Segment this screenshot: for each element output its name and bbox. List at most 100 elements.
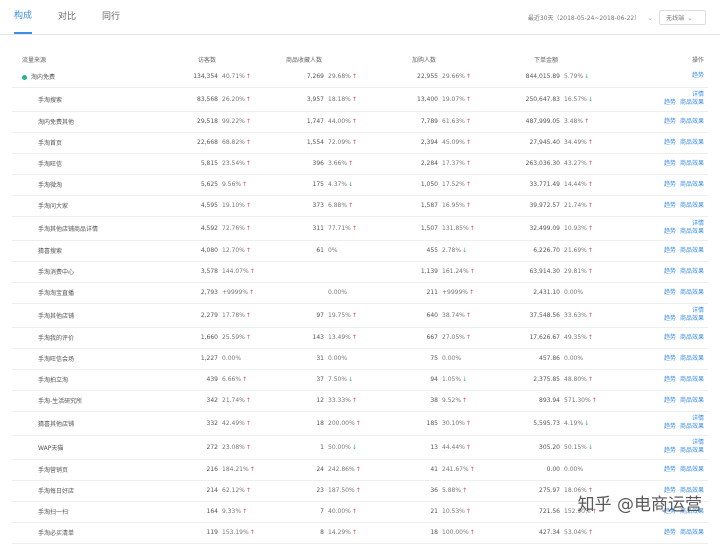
table-row: 手淘消费中心3,578144.07%↑1,139161.24%↑63,914.3…: [12, 261, 708, 282]
trend-up-icon: ↑: [466, 420, 471, 427]
order-amount-change: 5.79%: [564, 73, 583, 80]
order-amount-change-cell: 21.69%↑: [562, 240, 602, 261]
product-effect-link[interactable]: 商品效果: [680, 139, 704, 146]
details-link[interactable]: 详情: [692, 307, 704, 314]
tab-compare[interactable]: 对比: [58, 0, 76, 34]
trend-link[interactable]: 趋势: [664, 181, 676, 188]
trend-link[interactable]: 趋势: [664, 228, 676, 235]
trend-link[interactable]: 趋势: [664, 118, 676, 125]
trend-link[interactable]: 趋势: [664, 315, 676, 322]
favorites-change: 200.00%: [328, 420, 355, 427]
favorites-change-cell: 72.09%↑: [326, 132, 370, 153]
product-effect-link[interactable]: 商品效果: [680, 289, 704, 296]
terminal-dropdown[interactable]: 无线端 ⌄: [659, 10, 706, 25]
order-amount-change: 14.44%: [564, 181, 587, 188]
visitors-value: 439: [162, 369, 220, 390]
trend-up-icon: ↑: [466, 118, 471, 125]
product-effect-link[interactable]: 商品效果: [680, 160, 704, 167]
trend-link[interactable]: 趋势: [664, 247, 676, 254]
product-effect-link[interactable]: 商品效果: [680, 181, 704, 188]
favorites-change: 14.29%: [328, 529, 351, 536]
source-name: 手淘消费中心: [38, 269, 74, 276]
cart-value: 18: [370, 522, 440, 543]
order-amount-change: 50.15%: [564, 444, 587, 451]
trend-up-icon: ↑: [242, 508, 247, 515]
order-amount-value: 263,036.30: [484, 153, 562, 174]
trend-link[interactable]: 趋势: [692, 72, 704, 79]
visitors-change: 25.59%: [222, 334, 245, 341]
visitors-value: 4,080: [162, 240, 220, 261]
visitors-change: 9.56%: [222, 181, 241, 188]
actions-cell: 详情趋势商品效果: [602, 435, 708, 459]
source-name: 手淘首页: [38, 140, 62, 147]
trend-link[interactable]: 趋势: [664, 529, 676, 536]
product-effect-link[interactable]: 商品效果: [680, 99, 704, 106]
source-name-cell: 手淘-生活研究所: [12, 390, 162, 411]
table-header: 流量来源 访客数 商品收藏人数 加购人数 下单金额 操作: [12, 52, 708, 66]
cart-change: 131.85%: [442, 225, 469, 232]
trend-up-icon: ↑: [470, 225, 475, 232]
trend-link[interactable]: 趋势: [664, 423, 676, 430]
product-effect-link[interactable]: 商品效果: [680, 529, 704, 536]
source-name: 手淘-生活研究所: [38, 398, 82, 405]
cart-value: 667: [370, 327, 440, 348]
cart-value: 41: [370, 459, 440, 480]
product-effect-link[interactable]: 商品效果: [680, 447, 704, 454]
product-effect-link[interactable]: 商品效果: [680, 397, 704, 404]
product-effect-link[interactable]: 商品效果: [680, 376, 704, 383]
order-amount-value: 457.86: [484, 348, 562, 369]
trend-up-icon: ↑: [466, 96, 471, 103]
trend-up-icon: ↑: [352, 225, 357, 232]
chevron-down-icon[interactable]: ⌄: [647, 14, 653, 22]
product-effect-link[interactable]: 商品效果: [680, 423, 704, 430]
product-effect-link[interactable]: 商品效果: [680, 118, 704, 125]
trend-link[interactable]: 趋势: [664, 268, 676, 275]
product-effect-link[interactable]: 商品效果: [680, 334, 704, 341]
trend-link[interactable]: 趋势: [664, 202, 676, 209]
product-effect-link[interactable]: 商品效果: [680, 268, 704, 275]
source-name-cell: 手淘其他店铺: [12, 303, 162, 327]
product-effect-link[interactable]: 商品效果: [680, 247, 704, 254]
trend-link[interactable]: 趋势: [664, 334, 676, 341]
cart-value: 640: [370, 303, 440, 327]
favorites-change: 33.33%: [328, 397, 351, 404]
product-effect-link[interactable]: 商品效果: [680, 228, 704, 235]
trend-down-icon: ↓: [584, 73, 589, 80]
table-row: 手淘微淘5,6259.56%↑1754.37%↓1,05017.52%↑33,7…: [12, 174, 708, 195]
tab-composition[interactable]: 构成: [14, 0, 32, 34]
date-range-selector[interactable]: 最近30天（2018-05-24~2018-06-22）: [528, 13, 640, 22]
trend-up-icon: ↑: [466, 312, 471, 319]
source-name: 手淘必买清单: [38, 530, 74, 537]
favorites-value: 3,957: [258, 87, 326, 111]
visitors-change-cell: 9.33%↑: [220, 501, 258, 522]
order-amount-value: 17,626.67: [484, 327, 562, 348]
cart-change-cell: 61.63%↑: [440, 111, 484, 132]
order-amount-change: 0.00%: [564, 355, 583, 362]
trend-link[interactable]: 趋势: [664, 376, 676, 383]
trend-link[interactable]: 趋势: [664, 355, 676, 362]
trend-link[interactable]: 趋势: [664, 289, 676, 296]
source-name-cell: 手淘扫一扫: [12, 501, 162, 522]
trend-link[interactable]: 趋势: [664, 466, 676, 473]
details-link[interactable]: 详情: [692, 220, 704, 227]
source-name-cell: WAP天猫: [12, 435, 162, 459]
trend-up-icon: ↑: [588, 225, 593, 232]
product-effect-link[interactable]: 商品效果: [680, 466, 704, 473]
trend-link[interactable]: 趋势: [664, 160, 676, 167]
expand-dot-icon[interactable]: [22, 75, 27, 80]
cart-change: 100.00%: [442, 529, 469, 536]
trend-link[interactable]: 趋势: [664, 99, 676, 106]
trend-link[interactable]: 趋势: [664, 447, 676, 454]
details-link[interactable]: 详情: [692, 439, 704, 446]
trend-link[interactable]: 趋势: [664, 139, 676, 146]
tab-peers[interactable]: 同行: [102, 0, 120, 34]
favorites-value: 18: [258, 411, 326, 435]
details-link[interactable]: 详情: [692, 415, 704, 422]
product-effect-link[interactable]: 商品效果: [680, 355, 704, 362]
trend-link[interactable]: 趋势: [664, 397, 676, 404]
product-effect-link[interactable]: 商品效果: [680, 202, 704, 209]
trend-up-icon: ↑: [588, 247, 593, 254]
product-effect-link[interactable]: 商品效果: [680, 315, 704, 322]
cart-value: 21: [370, 501, 440, 522]
details-link[interactable]: 详情: [692, 91, 704, 98]
